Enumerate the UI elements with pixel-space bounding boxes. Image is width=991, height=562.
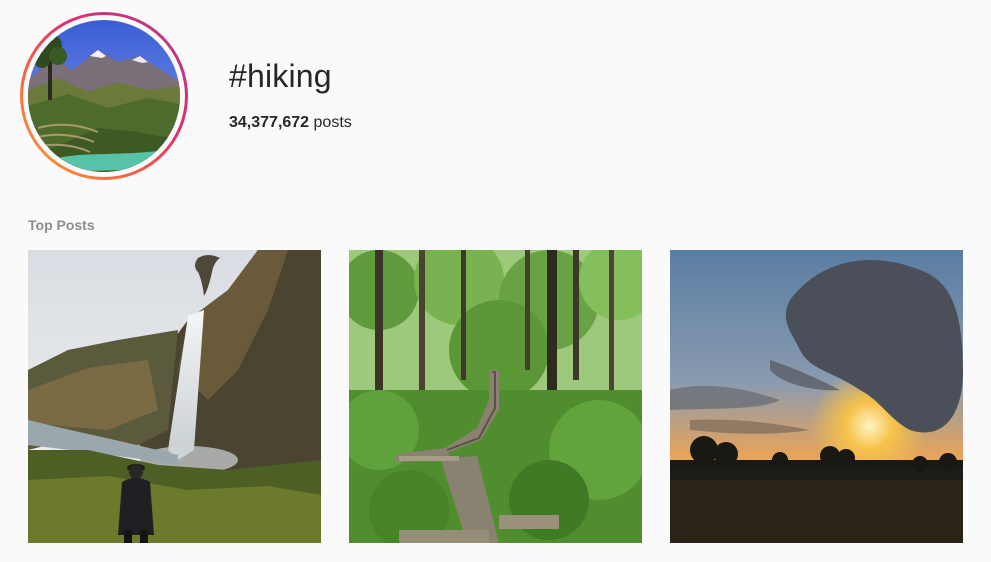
post-thumbnail-sunset[interactable] xyxy=(670,250,963,543)
post-thumbnail-forest[interactable] xyxy=(349,250,642,543)
hashtag-title: #hiking xyxy=(229,58,332,94)
mountain-valley-image xyxy=(28,20,180,172)
post-count: 34,377,672 posts xyxy=(229,114,352,132)
waterfall-image xyxy=(28,250,321,543)
hashtag-page: #hiking 34,377,672 posts Top Posts xyxy=(0,0,991,562)
forest-boardwalk-image xyxy=(349,250,642,543)
post-count-number: 34,377,672 xyxy=(229,114,310,131)
top-posts-label: Top Posts xyxy=(28,217,95,233)
hashtag-avatar xyxy=(28,20,180,172)
post-count-suffix: posts xyxy=(313,114,352,131)
sunset-image xyxy=(670,250,963,543)
post-thumbnail-waterfall[interactable] xyxy=(28,250,321,543)
hashtag-avatar-ring[interactable] xyxy=(20,12,188,180)
